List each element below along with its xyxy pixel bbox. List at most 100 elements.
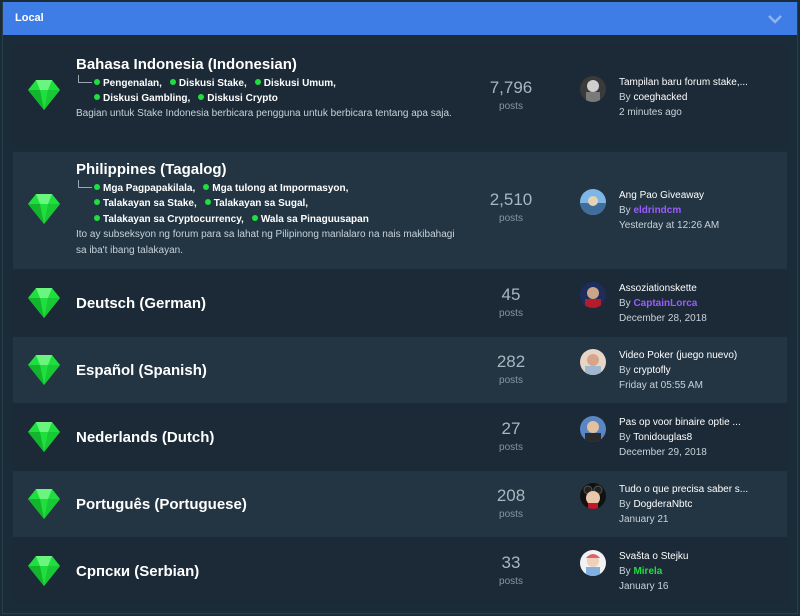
avatar[interactable] bbox=[580, 189, 606, 215]
avatar[interactable] bbox=[580, 282, 606, 308]
tree-connector bbox=[78, 180, 92, 188]
subforum-label: Diskusi Crypto bbox=[207, 93, 278, 104]
subforum-dot-icon bbox=[94, 94, 100, 100]
subforum-label: Mga tulong at Impormasyon, bbox=[212, 183, 349, 194]
by-label: By bbox=[619, 365, 631, 376]
last-post-title[interactable]: Assoziationskette bbox=[619, 281, 707, 296]
subforum-dot-icon bbox=[251, 215, 258, 221]
last-post-user[interactable]: coeghacked bbox=[633, 92, 687, 103]
subforum-dot-icon bbox=[254, 79, 261, 85]
forum-row-portuguese: Português (Portuguese) 208 posts Tudo o … bbox=[13, 471, 787, 537]
subforum-link[interactable]: Diskusi Umum, bbox=[254, 78, 336, 89]
forum-row-dutch: Nederlands (Dutch) 27 posts Pas op voor … bbox=[13, 404, 787, 470]
post-count: 282 posts bbox=[473, 352, 549, 386]
forum-row-philippines: Philippines (Tagalog) Mga Pagpapakilala,… bbox=[13, 152, 787, 269]
gem-icon bbox=[28, 556, 60, 586]
last-post: Pas op voor binaire optie ... By Tonidou… bbox=[619, 415, 741, 460]
subforum-dot-icon bbox=[94, 215, 100, 221]
post-count-label: posts bbox=[499, 576, 523, 587]
last-post-title[interactable]: Pas op voor binaire optie ... bbox=[619, 415, 741, 430]
forum-row-spanish: Español (Spanish) 282 posts Video Poker … bbox=[13, 337, 787, 403]
post-count-label: posts bbox=[499, 442, 523, 453]
post-count: 2,510 posts bbox=[473, 190, 549, 224]
forum-title[interactable]: Deutsch (German) bbox=[76, 295, 206, 312]
last-post-time: January 16 bbox=[619, 581, 669, 592]
gem-icon bbox=[28, 422, 60, 452]
by-label: By bbox=[619, 92, 631, 103]
forum-row-serbian: Српски (Serbian) 33 posts Svašta o Stejk… bbox=[13, 538, 787, 604]
category-title: Local bbox=[15, 12, 44, 24]
forum-title[interactable]: Nederlands (Dutch) bbox=[76, 429, 214, 446]
forum-title[interactable]: Српски (Serbian) bbox=[76, 563, 199, 580]
by-label: By bbox=[619, 566, 631, 577]
post-count: 45 posts bbox=[473, 285, 549, 319]
subforum-label: Diskusi Stake, bbox=[178, 78, 247, 89]
subforum-label: Pengenalan, bbox=[103, 78, 162, 89]
last-post-title[interactable]: Ang Pao Giveaway bbox=[619, 188, 719, 203]
subforum-link[interactable]: Talakayan sa Sugal, bbox=[204, 198, 308, 209]
post-count: 7,796 posts bbox=[473, 78, 549, 112]
subforum-dot-icon bbox=[94, 199, 100, 205]
post-count-value: 45 bbox=[501, 285, 521, 304]
subforum-link[interactable]: Wala sa Pinaguusapan bbox=[251, 214, 369, 225]
subforum-label: Diskusi Gambling, bbox=[103, 93, 191, 104]
last-post-user[interactable]: DogderaNbtc bbox=[633, 499, 692, 510]
category-header[interactable]: Local bbox=[3, 2, 797, 35]
subforum-link[interactable]: Diskusi Crypto bbox=[198, 93, 278, 104]
subforum-link[interactable]: Mga Pagpapakilala, bbox=[94, 183, 195, 194]
tree-connector bbox=[78, 75, 92, 83]
last-post-time: Friday at 05:55 AM bbox=[619, 380, 703, 391]
last-post-user[interactable]: eldrindcm bbox=[633, 205, 681, 216]
post-count-value: 208 bbox=[496, 486, 526, 505]
avatar[interactable] bbox=[580, 349, 606, 375]
subforum-dot-icon bbox=[204, 199, 211, 205]
subforum-link[interactable]: Diskusi Gambling, bbox=[94, 93, 190, 104]
subforum-link[interactable]: Pengenalan, bbox=[94, 78, 162, 89]
subforum-link[interactable]: Talakayan sa Stake, bbox=[94, 198, 197, 209]
last-post-user[interactable]: CaptainLorca bbox=[633, 298, 697, 309]
post-count-label: posts bbox=[499, 375, 523, 386]
last-post: Svašta o Stejku By Mirela January 16 bbox=[619, 549, 688, 594]
forum-title[interactable]: Bahasa Indonesia (Indonesian) bbox=[76, 56, 297, 73]
subforum-dot-icon bbox=[169, 79, 176, 85]
last-post-title[interactable]: Tudo o que precisa saber s... bbox=[619, 482, 748, 497]
forum-row-indonesian: Bahasa Indonesia (Indonesian) Pengenalan… bbox=[13, 44, 787, 146]
last-post-user[interactable]: Mirela bbox=[633, 566, 662, 577]
avatar[interactable] bbox=[580, 550, 606, 576]
subforum-link[interactable]: Diskusi Stake, bbox=[169, 78, 247, 89]
last-post-user[interactable]: Tonidouglas8 bbox=[633, 432, 692, 443]
subforum-label: Wala sa Pinaguusapan bbox=[260, 214, 369, 225]
last-post-time: December 29, 2018 bbox=[619, 447, 707, 458]
forum-description: Bagian untuk Stake Indonesia berbicara p… bbox=[76, 108, 452, 119]
forum-description: Ito ay subseksyon ng forum para sa lahat… bbox=[76, 229, 455, 256]
chevron-down-icon[interactable] bbox=[767, 12, 783, 26]
subforum-label: Mga Pagpapakilala, bbox=[103, 183, 196, 194]
last-post: Ang Pao Giveaway By eldrindcm Yesterday … bbox=[619, 188, 719, 233]
subforum-label: Diskusi Umum, bbox=[263, 78, 336, 89]
last-post-title[interactable]: Tampilan baru forum stake,... bbox=[619, 75, 748, 90]
last-post-title[interactable]: Video Poker (juego nuevo) bbox=[619, 348, 737, 363]
last-post-user[interactable]: cryptofly bbox=[633, 365, 670, 376]
subforum-label: Talakayan sa Stake, bbox=[103, 198, 197, 209]
avatar[interactable] bbox=[580, 416, 606, 442]
by-label: By bbox=[619, 499, 631, 510]
last-post-title[interactable]: Svašta o Stejku bbox=[619, 549, 688, 564]
last-post-time: January 21 bbox=[619, 514, 669, 525]
subforum-list: Mga Pagpapakilala, Mga tulong at Impormas… bbox=[76, 180, 377, 228]
post-count-value: 7,796 bbox=[489, 78, 533, 97]
forum-title[interactable]: Português (Portuguese) bbox=[76, 496, 247, 513]
forum-title[interactable]: Español (Spanish) bbox=[76, 362, 207, 379]
gem-icon bbox=[28, 80, 60, 110]
forum-title[interactable]: Philippines (Tagalog) bbox=[76, 161, 227, 178]
post-count-label: posts bbox=[499, 101, 523, 112]
post-count-value: 2,510 bbox=[489, 190, 533, 209]
avatar[interactable] bbox=[580, 76, 606, 102]
subforum-link[interactable]: Mga tulong at Impormasyon, bbox=[203, 183, 348, 194]
post-count-value: 27 bbox=[501, 419, 521, 438]
last-post: Tudo o que precisa saber s... By Dogdera… bbox=[619, 482, 748, 527]
avatar[interactable] bbox=[580, 483, 606, 509]
post-count-label: posts bbox=[499, 509, 523, 520]
subforum-list: Pengenalan, Diskusi Stake, Diskusi Umum, D… bbox=[76, 75, 344, 107]
subforum-link[interactable]: Talakayan sa Cryptocurrency, bbox=[94, 214, 244, 225]
subforum-dot-icon bbox=[198, 94, 205, 100]
